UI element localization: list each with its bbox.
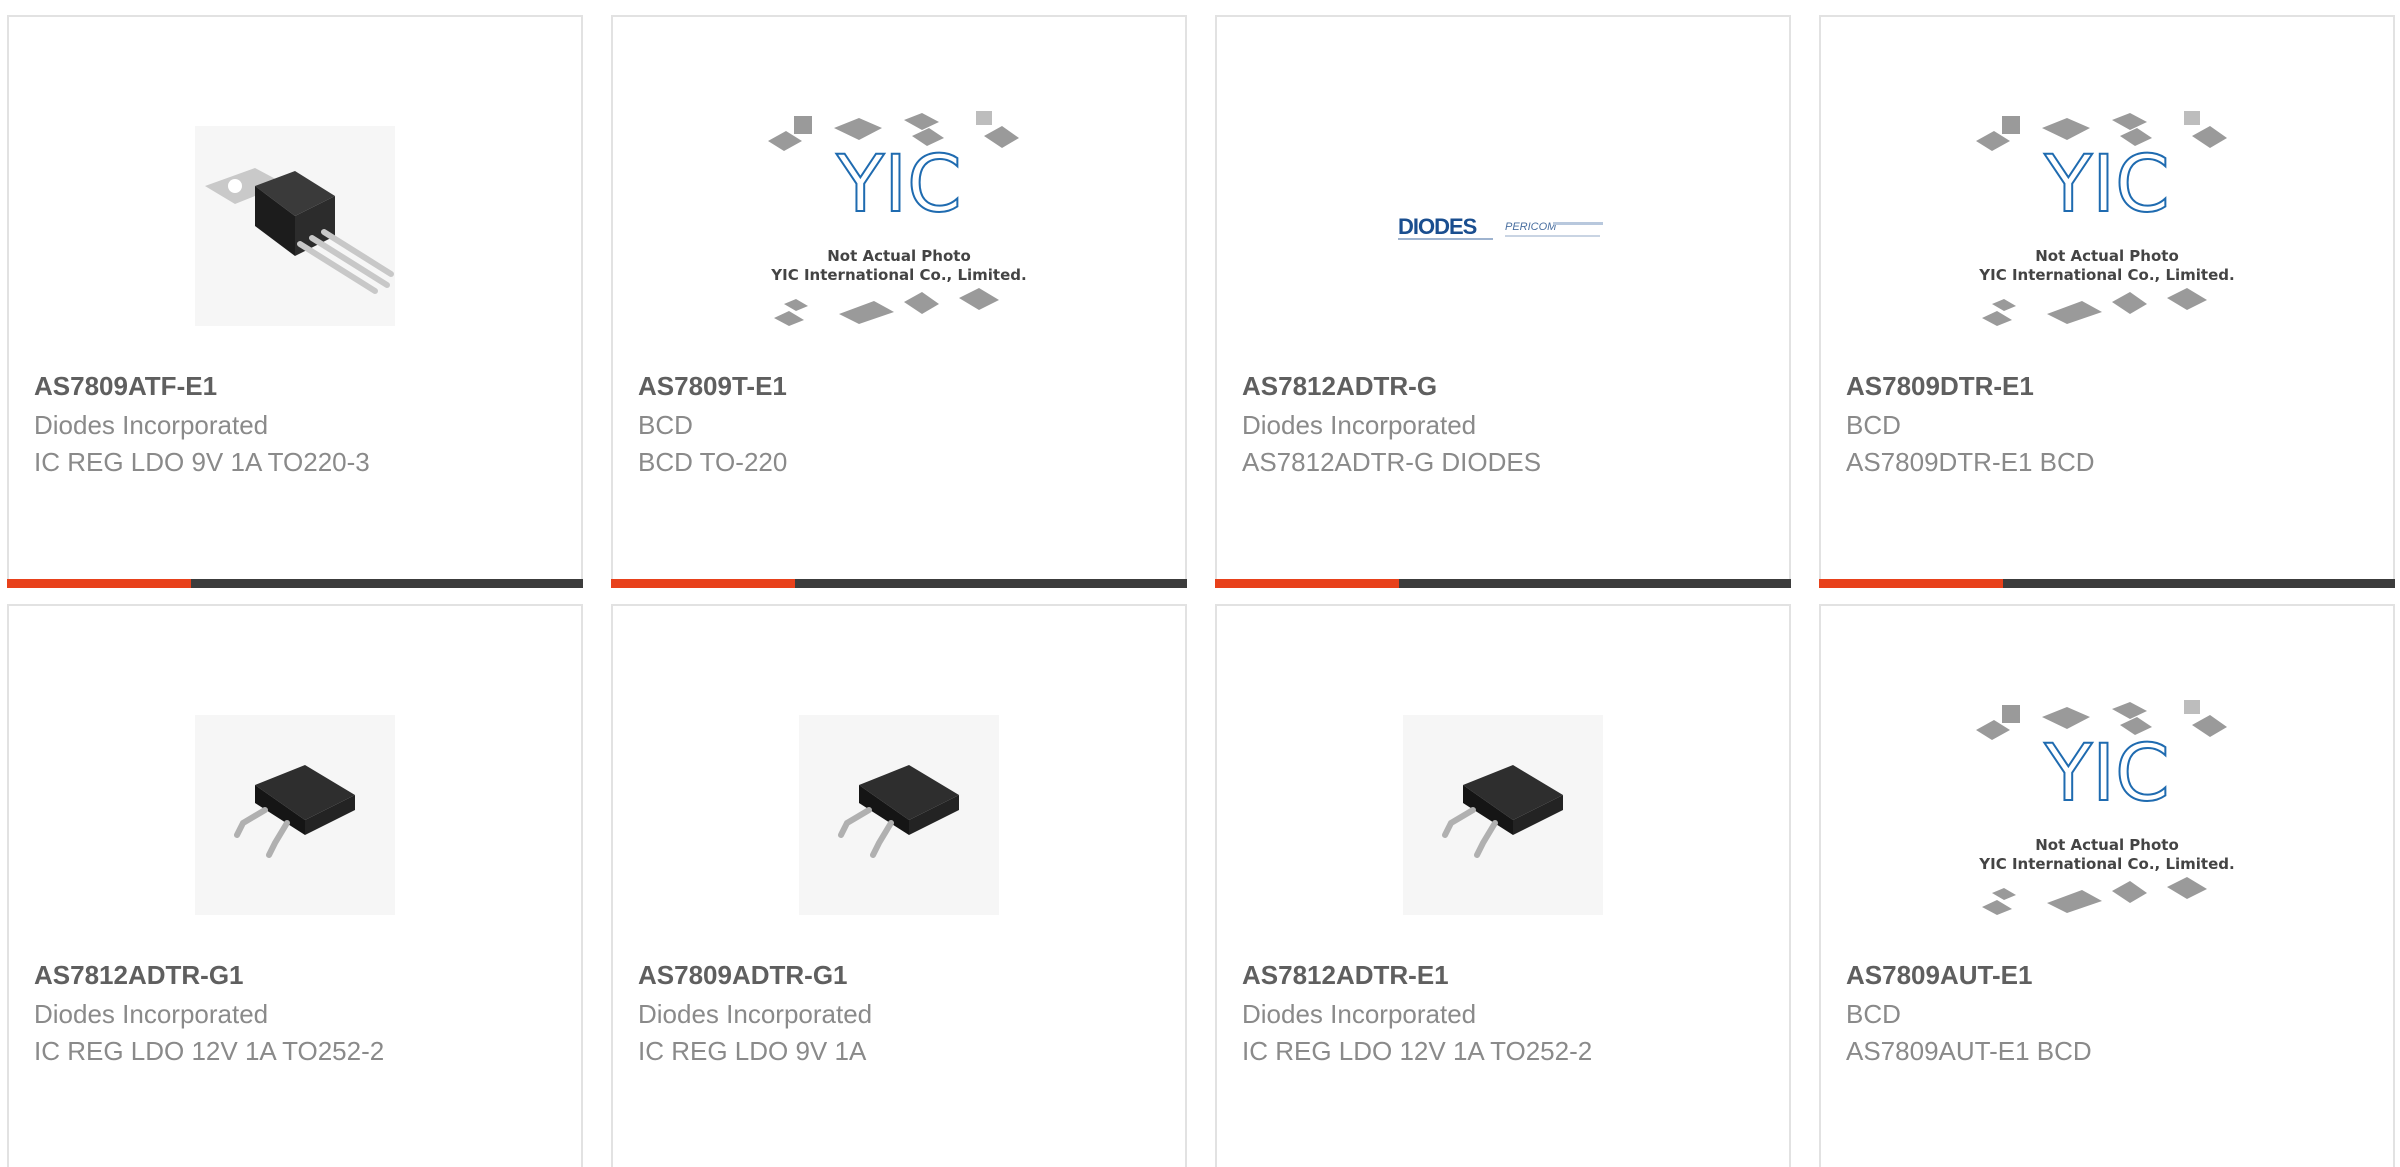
yic-placeholder-icon: YIC Not Actual Photo YIC International C… bbox=[1976, 700, 2235, 915]
product-image[interactable]: YIC Not Actual Photo YIC International C… bbox=[764, 93, 1034, 359]
card-bottom-bar bbox=[1215, 579, 1791, 588]
description: AS7809DTR-E1 BCD bbox=[1846, 447, 2095, 477]
manufacturer: Diodes Incorporated bbox=[638, 999, 873, 1029]
product-grid: AS7809ATF-E1 Diodes Incorporated IC REG … bbox=[0, 0, 2400, 1167]
manufacturer: BCD bbox=[1846, 410, 1901, 440]
part-number[interactable]: AS7809T-E1 bbox=[638, 371, 787, 402]
diodes-logo-text: DIODES bbox=[1398, 214, 1477, 239]
product-image[interactable]: YIC Not Actual Photo YIC International C… bbox=[1972, 93, 2242, 359]
placeholder-line2: YIC International Co., Limited. bbox=[1978, 855, 2234, 873]
pericom-logo-text: PERICOM bbox=[1505, 221, 1557, 233]
yic-logo: YIC bbox=[2043, 729, 2169, 819]
description: IC REG LDO 12V 1A TO252-2 bbox=[34, 1036, 385, 1066]
part-number[interactable]: AS7809DTR-E1 bbox=[1846, 371, 2034, 402]
product-card[interactable]: YIC Not Actual Photo YIC International C… bbox=[611, 15, 1187, 588]
to220-package-icon bbox=[195, 126, 395, 326]
product-image[interactable]: YIC Not Actual Photo YIC International C… bbox=[1972, 682, 2242, 948]
description: IC REG LDO 9V 1A bbox=[638, 1036, 867, 1066]
placeholder-line1: Not Actual Photo bbox=[2035, 247, 2179, 265]
product-card[interactable]: AS7809ATF-E1 Diodes Incorporated IC REG … bbox=[7, 15, 583, 588]
part-number[interactable]: AS7812ADTR-G1 bbox=[34, 960, 244, 991]
description: IC REG LDO 9V 1A TO220-3 bbox=[34, 447, 370, 477]
card-bottom-bar bbox=[7, 579, 583, 588]
product-card[interactable]: AS7812ADTR-E1 Diodes Incorporated IC REG… bbox=[1215, 604, 1791, 1167]
manufacturer: Diodes Incorporated bbox=[34, 999, 269, 1029]
yic-placeholder-icon: YIC Not Actual Photo YIC International C… bbox=[768, 111, 1027, 326]
product-card[interactable]: AS7812ADTR-G1 Diodes Incorporated IC REG… bbox=[7, 604, 583, 1167]
description: AS7809AUT-E1 BCD bbox=[1846, 1036, 2092, 1066]
manufacturer: Diodes Incorporated bbox=[1242, 410, 1477, 440]
part-number[interactable]: AS7809ATF-E1 bbox=[34, 371, 217, 402]
to252-package-icon bbox=[195, 715, 395, 915]
placeholder-line2: YIC International Co., Limited. bbox=[770, 266, 1026, 284]
description: IC REG LDO 12V 1A TO252-2 bbox=[1242, 1036, 1593, 1066]
description: BCD TO-220 bbox=[638, 447, 788, 477]
part-number[interactable]: AS7809AUT-E1 bbox=[1846, 960, 2032, 991]
manufacturer: Diodes Incorporated bbox=[1242, 999, 1477, 1029]
product-card[interactable]: DIODES PERICOM AS7812ADTR-G Diodes Incor… bbox=[1215, 15, 1791, 588]
product-image[interactable] bbox=[1368, 682, 1638, 948]
product-image[interactable] bbox=[764, 682, 1034, 948]
placeholder-line1: Not Actual Photo bbox=[827, 247, 971, 265]
product-card[interactable]: YIC Not Actual Photo YIC International C… bbox=[1819, 604, 2395, 1167]
manufacturer: Diodes Incorporated bbox=[34, 410, 269, 440]
card-bottom-bar bbox=[1819, 579, 2395, 588]
to252-package-icon bbox=[799, 715, 999, 915]
diodes-pericom-logo-icon: DIODES PERICOM bbox=[1398, 214, 1603, 240]
yic-logo: YIC bbox=[835, 140, 961, 230]
yic-logo: YIC bbox=[2043, 140, 2169, 230]
placeholder-line2: YIC International Co., Limited. bbox=[1978, 266, 2234, 284]
manufacturer: BCD bbox=[1846, 999, 1901, 1029]
part-number[interactable]: AS7812ADTR-G bbox=[1242, 371, 1437, 402]
product-image[interactable]: DIODES PERICOM bbox=[1368, 93, 1638, 359]
card-bottom-bar bbox=[611, 579, 1187, 588]
part-number[interactable]: AS7809ADTR-G1 bbox=[638, 960, 848, 991]
manufacturer: BCD bbox=[638, 410, 693, 440]
placeholder-line1: Not Actual Photo bbox=[2035, 836, 2179, 854]
to252-package-icon bbox=[1403, 715, 1603, 915]
product-image[interactable] bbox=[160, 93, 430, 359]
product-image[interactable] bbox=[160, 682, 430, 948]
yic-placeholder-icon: YIC Not Actual Photo YIC International C… bbox=[1976, 111, 2235, 326]
part-number[interactable]: AS7812ADTR-E1 bbox=[1242, 960, 1449, 991]
product-card[interactable]: AS7809ADTR-G1 Diodes Incorporated IC REG… bbox=[611, 604, 1187, 1167]
product-card[interactable]: YIC Not Actual Photo YIC International C… bbox=[1819, 15, 2395, 588]
description: AS7812ADTR-G DIODES bbox=[1242, 447, 1542, 477]
